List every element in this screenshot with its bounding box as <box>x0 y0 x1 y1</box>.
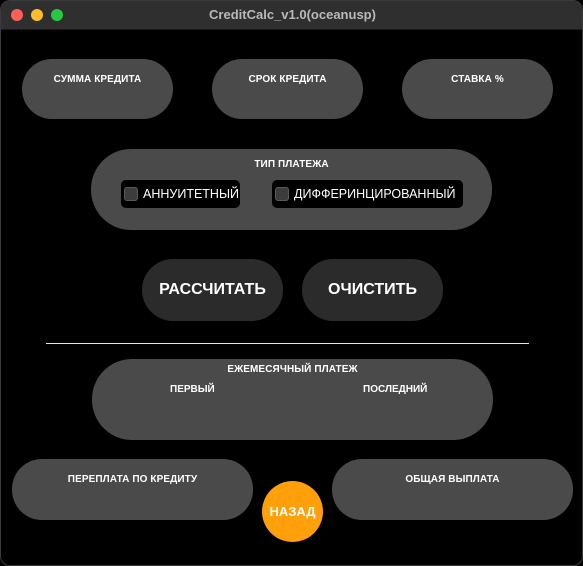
loan-amount-label: СУММА КРЕДИТА <box>53 74 142 85</box>
overpayment-panel: ПЕРЕПЛАТА ПО КРЕДИТУ <box>12 459 253 520</box>
loan-amount-field[interactable]: СУММА КРЕДИТА <box>22 59 173 119</box>
loan-term-field[interactable]: СРОК КРЕДИТА <box>212 59 363 119</box>
payment-type-group: ТИП ПЛАТЕЖА АННУИТЕТНЫЙ ДИФФЕРИНЦИРОВАНН… <box>91 149 492 230</box>
overpayment-label: ПЕРЕПЛАТА ПО КРЕДИТУ <box>67 474 198 485</box>
last-payment-label: ПОСЛЕДНИЙ <box>363 384 428 395</box>
back-button[interactable]: НАЗАД <box>262 481 323 542</box>
window-title: CreditCalc_v1.0(oceanusp) <box>209 7 376 22</box>
clear-button[interactable]: ОЧИСТИТЬ <box>302 259 443 321</box>
total-payment-label: ОБЩАЯ ВЫПЛАТА <box>405 474 500 485</box>
loan-term-label: СРОК КРЕДИТА <box>248 74 327 85</box>
differentiated-option-label: ДИФФЕРИНЦИРОВАННЫЙ <box>294 187 456 201</box>
title-bar: CreditCalc_v1.0(oceanusp) <box>1 1 582 30</box>
calculate-button[interactable]: РАССЧИТАТЬ <box>142 259 283 321</box>
annuity-checkbox[interactable] <box>124 187 138 201</box>
interest-rate-field[interactable]: СТАВКА % <box>402 59 553 119</box>
annuity-option-label: АННУИТЕТНЫЙ <box>143 187 240 201</box>
differentiated-option[interactable]: ДИФФЕРИНЦИРОВАННЫЙ <box>272 180 463 208</box>
app-window: CreditCalc_v1.0(oceanusp) СУММА КРЕДИТА … <box>0 0 583 566</box>
payment-type-label: ТИП ПЛАТЕЖА <box>254 159 329 170</box>
total-payment-panel: ОБЩАЯ ВЫПЛАТА <box>332 459 573 520</box>
divider <box>46 343 529 344</box>
monthly-payment-panel: ЕЖЕМЕСЯЧНЫЙ ПЛАТЕЖ ПЕРВЫЙ ПОСЛЕДНИЙ <box>92 359 493 440</box>
differentiated-checkbox[interactable] <box>275 187 289 201</box>
annuity-option[interactable]: АННУИТЕТНЫЙ <box>121 180 240 208</box>
interest-rate-label: СТАВКА % <box>451 74 504 85</box>
monthly-payment-label: ЕЖЕМЕСЯЧНЫЙ ПЛАТЕЖ <box>227 364 358 375</box>
first-payment-label: ПЕРВЫЙ <box>170 384 215 395</box>
